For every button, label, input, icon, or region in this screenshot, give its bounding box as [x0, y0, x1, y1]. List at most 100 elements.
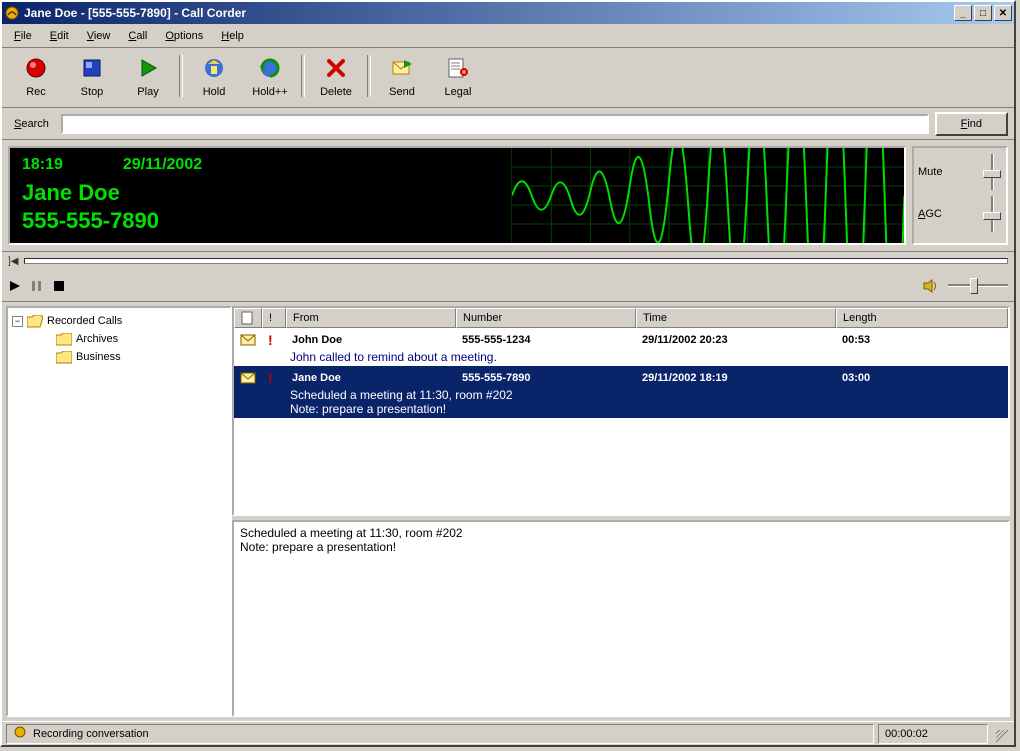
folder-icon [56, 351, 72, 364]
call-list[interactable]: ! From Number Time Length !John Doe555-5… [232, 306, 1010, 516]
cell-from: Jane Doe [286, 372, 456, 384]
tree-item-archives[interactable]: Archives [12, 330, 226, 348]
play-button[interactable]: Play [120, 52, 176, 102]
minimize-button[interactable]: _ [954, 5, 972, 21]
toolbar: Rec Stop Play Hold Hold++ Delete Send [2, 48, 1014, 108]
main-area: − Recorded Calls Archives Business ! F [2, 302, 1014, 721]
legal-label: Legal [445, 86, 472, 98]
toolbar-separator [298, 52, 308, 100]
menu-view[interactable]: View [79, 28, 119, 44]
mute-slider[interactable] [982, 152, 1002, 192]
close-button[interactable]: ✕ [994, 5, 1012, 21]
menu-call[interactable]: Call [120, 28, 155, 44]
priority-icon: ! [262, 370, 286, 386]
toolbar-separator [364, 52, 374, 100]
priority-icon: ! [262, 332, 286, 348]
search-input[interactable] [61, 114, 929, 134]
menu-file[interactable]: File [6, 28, 40, 44]
lcd-number: 555-555-7890 [22, 208, 499, 234]
col-icon[interactable] [234, 308, 262, 328]
search-label: Search [8, 116, 55, 132]
folder-icon [56, 333, 72, 346]
legal-icon [444, 54, 472, 82]
status-time-cell: 00:00:02 [878, 724, 988, 744]
row-note: Scheduled a meeting at 11:30, room #202 … [234, 388, 1008, 416]
rec-label: Rec [26, 86, 46, 98]
audio-controls: Mute AGC [912, 146, 1008, 245]
searchbar: Search Find [2, 108, 1014, 140]
stop-small-button[interactable] [52, 279, 66, 293]
delete-button[interactable]: Delete [308, 52, 364, 102]
status-icon [13, 725, 27, 742]
delete-label: Delete [320, 86, 352, 98]
holdpp-label: Hold++ [252, 86, 287, 98]
lcd-caller: Jane Doe [22, 180, 499, 206]
pause-small-button[interactable] [30, 279, 44, 293]
mute-label: Mute [918, 166, 942, 178]
status-time: 00:00:02 [885, 728, 928, 740]
window-title: Jane Doe - [555-555-7890] - Call Corder [24, 6, 952, 20]
agc-slider[interactable] [982, 194, 1002, 234]
status-text: Recording conversation [33, 728, 149, 740]
holdpp-icon [256, 54, 284, 82]
rec-button[interactable]: Rec [8, 52, 64, 102]
play-small-button[interactable] [8, 279, 22, 293]
call-row[interactable]: !Jane Doe555-555-789029/11/2002 18:1903:… [234, 366, 1008, 418]
holdpp-button[interactable]: Hold++ [242, 52, 298, 102]
note-pane[interactable]: Scheduled a meeting at 11:30, room #202 … [232, 520, 1010, 717]
hold-button[interactable]: Hold [186, 52, 242, 102]
seek-track[interactable] [24, 258, 1008, 264]
lcd-date: 29/11/2002 [123, 156, 202, 174]
list-header: ! From Number Time Length [234, 308, 1008, 328]
play-label: Play [137, 86, 158, 98]
volume-slider[interactable] [948, 277, 1008, 295]
tree-collapse-icon[interactable]: − [12, 316, 23, 327]
hold-icon [200, 54, 228, 82]
cell-time: 29/11/2002 20:23 [636, 334, 836, 346]
titlebar[interactable]: Jane Doe - [555-555-7890] - Call Corder … [2, 2, 1014, 24]
send-label: Send [389, 86, 415, 98]
app-icon [4, 5, 20, 21]
find-button[interactable]: Find [935, 112, 1008, 136]
agc-label: AGC [918, 208, 942, 220]
cell-length: 03:00 [836, 372, 1008, 384]
cell-time: 29/11/2002 18:19 [636, 372, 836, 384]
send-icon [388, 54, 416, 82]
waveform-display [511, 148, 904, 243]
stop-label: Stop [81, 86, 104, 98]
legal-button[interactable]: Legal [430, 52, 486, 102]
call-row[interactable]: !John Doe555-555-123429/11/2002 20:2300:… [234, 328, 1008, 366]
col-time[interactable]: Time [636, 308, 836, 328]
menu-help[interactable]: Help [213, 28, 252, 44]
lcd-time: 18:19 [22, 156, 63, 174]
envelope-icon [234, 334, 262, 346]
playback-bar [2, 274, 1014, 302]
tree-item-label: Business [76, 351, 121, 363]
display-panel: 18:19 29/11/2002 Jane Doe 555-555-7890 [2, 140, 1014, 252]
col-from[interactable]: From [286, 308, 456, 328]
statusbar: Recording conversation 00:00:02 [2, 721, 1014, 745]
seek-bar[interactable]: ]◀ [2, 252, 1014, 274]
tree-item-business[interactable]: Business [12, 348, 226, 366]
resize-grip[interactable] [992, 724, 1010, 744]
folder-open-icon [27, 315, 43, 328]
cell-number: 555-555-1234 [456, 334, 636, 346]
status-text-cell: Recording conversation [6, 724, 874, 744]
menu-options[interactable]: Options [157, 28, 211, 44]
maximize-button[interactable]: □ [974, 5, 992, 21]
col-priority[interactable]: ! [262, 308, 286, 328]
stop-button[interactable]: Stop [64, 52, 120, 102]
col-number[interactable]: Number [456, 308, 636, 328]
delete-icon [322, 54, 350, 82]
hold-label: Hold [203, 86, 226, 98]
speaker-icon[interactable] [922, 278, 938, 294]
tree-root[interactable]: − Recorded Calls [12, 312, 226, 330]
envelope-icon [234, 372, 262, 384]
cell-from: John Doe [286, 334, 456, 346]
stop-icon [78, 54, 106, 82]
send-button[interactable]: Send [374, 52, 430, 102]
cell-length: 00:53 [836, 334, 1008, 346]
folder-tree[interactable]: − Recorded Calls Archives Business [6, 306, 232, 717]
menu-edit[interactable]: Edit [42, 28, 77, 44]
col-length[interactable]: Length [836, 308, 1008, 328]
